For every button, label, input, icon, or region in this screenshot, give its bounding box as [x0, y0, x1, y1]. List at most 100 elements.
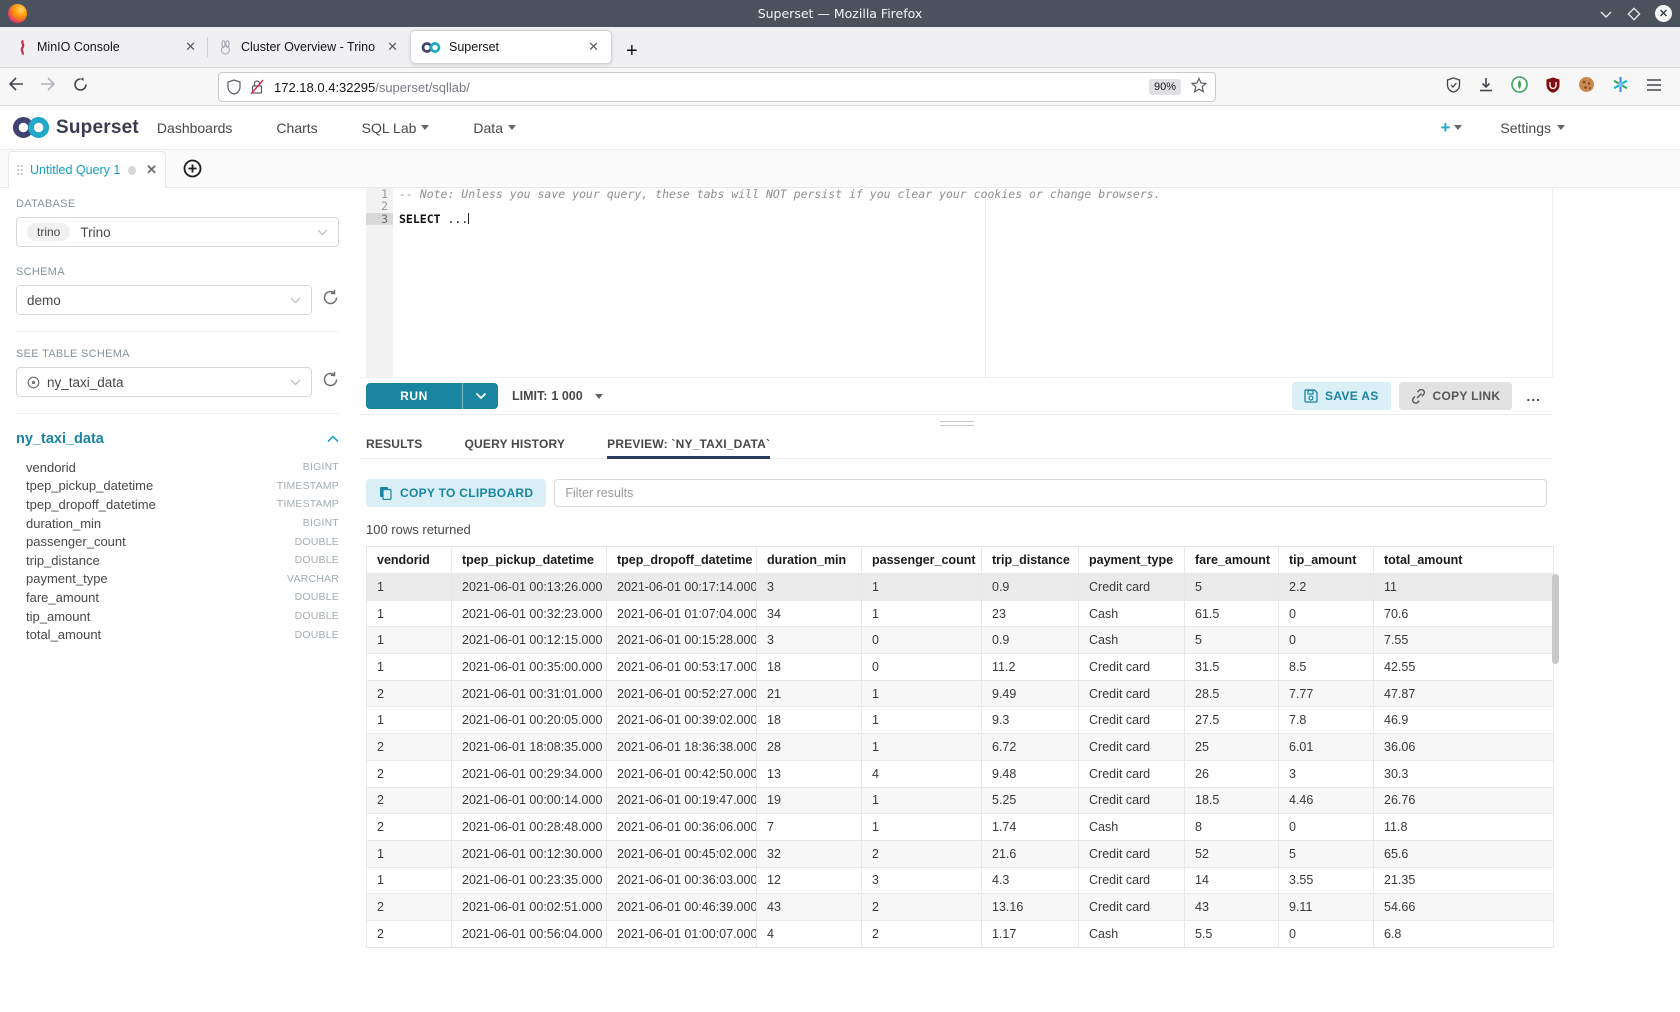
- column-name: tpep_dropoff_datetime: [26, 497, 156, 512]
- copy-to-clipboard-button[interactable]: COPY TO CLIPBOARD: [366, 479, 546, 507]
- cookie-icon[interactable]: [1578, 76, 1595, 98]
- refresh-tables-icon[interactable]: [322, 371, 339, 393]
- filter-results-input[interactable]: [554, 479, 1547, 507]
- chevron-down-icon: [290, 373, 301, 391]
- browser-tab-minio[interactable]: MinIO Console ✕: [6, 30, 208, 64]
- results-column-header[interactable]: tip_amount: [1279, 547, 1374, 574]
- more-actions-button[interactable]: ...: [1520, 388, 1547, 404]
- results-column-header[interactable]: duration_min: [757, 547, 862, 574]
- drag-handle-icon[interactable]: [17, 164, 23, 176]
- query-tab[interactable]: Untitled Query 1 ✕: [8, 151, 166, 188]
- results-column-header[interactable]: trip_distance: [982, 547, 1079, 574]
- new-item-plus-button[interactable]: +: [1440, 118, 1462, 138]
- table-row: 12021-06-01 00:12:15.0002021-06-01 00:15…: [367, 627, 1554, 654]
- run-button[interactable]: RUN: [366, 383, 462, 409]
- table-cell: Cash: [1079, 627, 1185, 654]
- row-count-text: 100 rows returned: [366, 522, 1547, 537]
- table-cell: Credit card: [1079, 654, 1185, 681]
- trino-favicon: [218, 40, 233, 55]
- window-titlebar: Superset — Mozilla Firefox ✕: [0, 0, 1680, 27]
- account-shield-icon[interactable]: [1446, 77, 1461, 98]
- tab-close-icon[interactable]: ✕: [584, 39, 603, 55]
- table-cell: 2: [367, 680, 452, 707]
- column-name: payment_type: [26, 571, 108, 586]
- window-maximize-button[interactable]: [1627, 7, 1641, 21]
- refresh-schemas-icon[interactable]: [322, 289, 339, 311]
- sql-toolbar: RUN LIMIT: 1 000 SAVE AS: [360, 377, 1553, 415]
- table-select[interactable]: ny_taxi_data: [16, 367, 312, 397]
- table-cell: 13: [757, 760, 862, 787]
- results-column-header[interactable]: fare_amount: [1185, 547, 1279, 574]
- nav-item-dashboards[interactable]: Dashboards: [157, 120, 233, 136]
- superset-logo[interactable]: Superset: [12, 116, 139, 139]
- tab-preview-table[interactable]: PREVIEW: `NY_TAXI_DATA`: [607, 429, 770, 458]
- line-number: 3: [366, 213, 393, 225]
- new-tab-button[interactable]: +: [626, 41, 638, 61]
- table-cell: 6.72: [982, 734, 1079, 761]
- table-row: 22021-06-01 00:02:51.0002021-06-01 00:46…: [367, 894, 1554, 921]
- add-query-tab-button[interactable]: [183, 159, 202, 183]
- save-as-button[interactable]: SAVE AS: [1292, 382, 1390, 410]
- nav-item-data[interactable]: Data: [473, 120, 516, 136]
- tab-close-icon[interactable]: ✕: [383, 39, 402, 55]
- schema-select[interactable]: demo: [16, 285, 312, 315]
- window-close-button[interactable]: ✕: [1655, 5, 1672, 22]
- firefox-logo-icon: [8, 4, 27, 23]
- table-row: 22021-06-01 00:28:48.0002021-06-01 00:36…: [367, 814, 1554, 841]
- downloads-icon[interactable]: [1478, 77, 1494, 98]
- url-bar[interactable]: 172.18.0.4:32295/superset/sqllab/ 90%: [218, 72, 1216, 102]
- tab-results[interactable]: RESULTS: [366, 429, 423, 458]
- zoom-level-badge[interactable]: 90%: [1149, 79, 1181, 95]
- browser-tabstrip: MinIO Console ✕ Cluster Overview - Trino…: [0, 27, 1680, 68]
- table-cell: 4: [862, 760, 982, 787]
- table-cell: 28.5: [1185, 680, 1279, 707]
- window-minimize-button[interactable]: [1599, 7, 1613, 21]
- colorful-extension-icon[interactable]: [1612, 76, 1629, 98]
- nav-item-sql-lab[interactable]: SQL Lab: [362, 120, 430, 136]
- extension-green-icon[interactable]: [1511, 76, 1528, 98]
- forward-icon[interactable]: [32, 77, 64, 96]
- results-column-header[interactable]: total_amount: [1374, 547, 1554, 574]
- shield-icon[interactable]: [227, 79, 241, 95]
- collapse-table-chevron-icon[interactable]: [327, 430, 339, 448]
- nav-item-charts[interactable]: Charts: [276, 120, 317, 136]
- browser-tab-trino[interactable]: Cluster Overview - Trino ✕: [208, 30, 410, 64]
- results-scrollbar-thumb[interactable]: [1552, 574, 1559, 664]
- insecure-lock-icon[interactable]: [250, 79, 264, 95]
- table-cell: 43: [757, 894, 862, 921]
- table-cell: 23: [982, 600, 1079, 627]
- query-tab-close-icon[interactable]: ✕: [146, 162, 157, 178]
- database-select[interactable]: trino Trino: [16, 217, 339, 247]
- settings-menu[interactable]: Settings: [1500, 120, 1565, 136]
- table-cell: 1: [862, 814, 982, 841]
- table-cell: 34: [757, 600, 862, 627]
- results-column-header[interactable]: tpep_pickup_datetime: [452, 547, 607, 574]
- run-options-button[interactable]: [462, 383, 498, 409]
- copy-link-button[interactable]: COPY LINK: [1399, 382, 1513, 410]
- table-cell: 1: [367, 654, 452, 681]
- table-name-heading[interactable]: ny_taxi_data: [16, 431, 104, 447]
- pane-resize-handle[interactable]: [360, 417, 1553, 429]
- tab-query-history[interactable]: QUERY HISTORY: [465, 429, 566, 458]
- bookmark-star-icon[interactable]: [1191, 77, 1207, 98]
- back-icon[interactable]: [0, 77, 32, 96]
- results-column-header[interactable]: payment_type: [1079, 547, 1185, 574]
- results-table-header-row: vendoridtpep_pickup_datetimetpep_dropoff…: [367, 547, 1554, 574]
- results-column-header[interactable]: passenger_count: [862, 547, 982, 574]
- ublock-icon[interactable]: [1545, 77, 1561, 98]
- browser-tab-superset[interactable]: Superset ✕: [410, 30, 612, 64]
- table-select-value: ny_taxi_data: [47, 375, 124, 390]
- limit-dropdown[interactable]: LIMIT: 1 000: [512, 389, 603, 403]
- superset-brand-text: Superset: [56, 117, 139, 139]
- table-cell: 5.5: [1185, 920, 1279, 947]
- table-cell: 21: [757, 680, 862, 707]
- tab-close-icon[interactable]: ✕: [181, 39, 200, 55]
- results-column-header[interactable]: vendorid: [367, 547, 452, 574]
- sql-editor[interactable]: 1 2 3 -- Note: Unless you save your quer…: [360, 188, 1553, 377]
- menu-hamburger-icon[interactable]: [1646, 78, 1662, 97]
- table-cell: 11: [1374, 574, 1554, 601]
- results-column-header[interactable]: tpep_dropoff_datetime: [607, 547, 757, 574]
- table-cell: 28: [757, 734, 862, 761]
- superset-navbar: Superset Dashboards Charts SQL Lab Data …: [0, 106, 1680, 150]
- reload-icon[interactable]: [64, 77, 96, 97]
